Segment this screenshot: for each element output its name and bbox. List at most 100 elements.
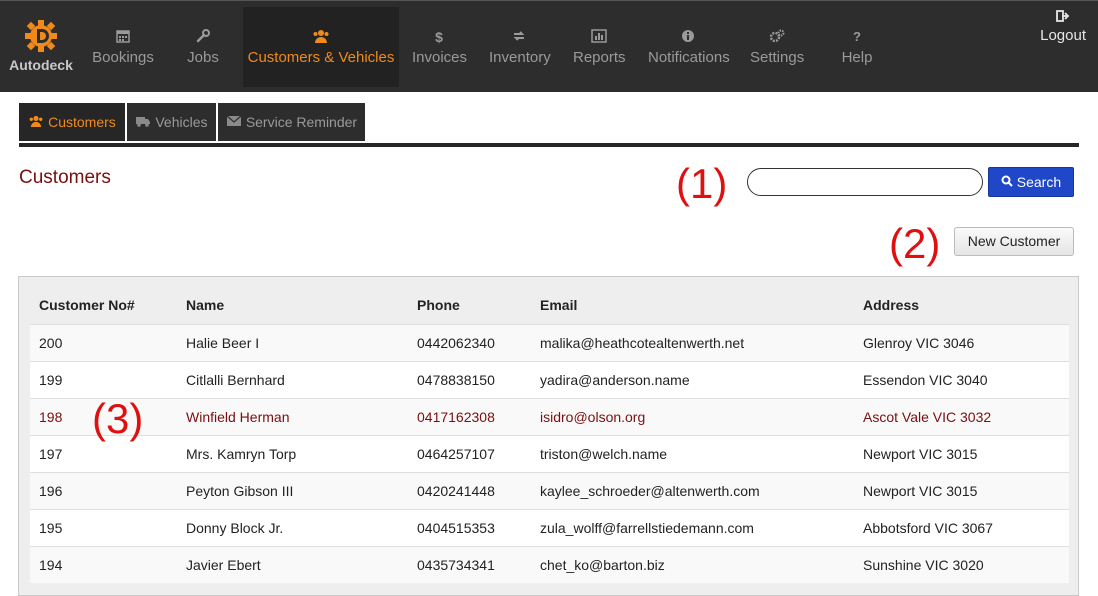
cell-customer-no: 200 (30, 323, 177, 361)
envelope-icon (226, 114, 246, 130)
nav-settings[interactable]: Settings (750, 29, 804, 66)
cell-address: Essendon VIC 3040 (854, 360, 1069, 398)
nav-help[interactable]: ? Help (840, 29, 874, 66)
info-icon (648, 29, 728, 47)
nav-jobs[interactable]: Jobs (180, 29, 226, 66)
cell-customer-no: 195 (30, 508, 177, 546)
annotation-marker-1: (1) (676, 160, 728, 207)
cell-name: Donny Block Jr. (177, 508, 408, 546)
cell-phone: 0420241448 (408, 471, 531, 509)
nav-label: Invoices (412, 49, 468, 66)
search-button[interactable]: Search (988, 167, 1074, 197)
question-icon: ? (853, 29, 861, 44)
gear-logo-icon (24, 19, 58, 53)
top-navbar: Autodeck Bookings Jobs Customers & Vehic… (0, 0, 1098, 92)
annotation-marker-3: (3) (92, 395, 144, 442)
cell-phone: 0404515353 (408, 508, 531, 546)
search-icon (1001, 174, 1017, 190)
cell-email: triston@welch.name (531, 434, 854, 472)
cell-email: chet_ko@barton.biz (531, 545, 854, 583)
tab-vehicles[interactable]: Vehicles (127, 103, 216, 141)
annotation-marker-2: (2) (889, 220, 941, 267)
cell-phone: 0442062340 (408, 323, 531, 361)
column-header-email[interactable]: Email (531, 286, 854, 324)
column-header-phone[interactable]: Phone (408, 286, 531, 324)
column-header-customer-no[interactable]: Customer No# (30, 286, 177, 324)
app-logo[interactable]: Autodeck (6, 19, 76, 73)
nav-label: Customers & Vehicles (247, 49, 395, 66)
tab-label: Customers (48, 114, 116, 130)
nav-customers-vehicles[interactable]: Customers & Vehicles (243, 7, 399, 87)
cell-address: Glenroy VIC 3046 (854, 323, 1069, 361)
nav-invoices[interactable]: $ Invoices (412, 29, 468, 66)
cell-email: kaylee_schroeder@altenwerth.com (531, 471, 854, 509)
tab-underline (19, 143, 1079, 147)
nav-label: Inventory (489, 49, 551, 66)
cell-name: Winfield Herman (177, 397, 408, 435)
cell-customer-no: 194 (30, 545, 177, 583)
table-row[interactable]: 200 Halie Beer I 0442062340 malika@heath… (30, 323, 1069, 361)
cell-phone: 0435734341 (408, 545, 531, 583)
table-row[interactable]: 194 Javier Ebert 0435734341 chet_ko@bart… (30, 545, 1069, 583)
users-icon (28, 114, 48, 130)
wrench-icon (180, 29, 226, 47)
nav-label: Notifications (648, 49, 730, 66)
tab-label: Vehicles (155, 114, 208, 130)
cell-address: Ascot Vale VIC 3032 (854, 397, 1069, 435)
search-button-label: Search (1016, 174, 1062, 190)
nav-notifications[interactable]: Notifications (648, 29, 730, 66)
column-header-name[interactable]: Name (177, 286, 408, 324)
nav-label: Reports (573, 49, 626, 66)
cell-email: yadira@anderson.name (531, 360, 854, 398)
cell-address: Abbotsford VIC 3067 (854, 508, 1069, 546)
table-header-row: Customer No# Name Phone Email Address (30, 286, 1069, 324)
customers-table: Customer No# Name Phone Email Address 20… (30, 286, 1069, 583)
tab-label: Service Reminder (245, 114, 358, 130)
page-title: Customers (19, 167, 111, 188)
tab-service-reminder[interactable]: Service Reminder (218, 103, 365, 141)
cell-customer-no: 196 (30, 471, 177, 509)
nav-reports[interactable]: Reports (573, 29, 626, 66)
table-row[interactable]: 199 Citlalli Bernhard 0478838150 yadira@… (30, 360, 1069, 398)
cell-name: Mrs. Kamryn Torp (177, 434, 408, 472)
logout-label: Logout (1040, 27, 1086, 44)
cell-customer-no: 199 (30, 360, 177, 398)
dollar-icon: $ (435, 29, 443, 45)
nav-inventory[interactable]: Inventory (489, 29, 551, 66)
nav-label: Settings (750, 49, 805, 66)
truck-icon (135, 114, 155, 130)
cell-address: Newport VIC 3015 (854, 434, 1069, 472)
cell-name: Halie Beer I (177, 323, 408, 361)
calendar-icon (92, 29, 154, 47)
cell-email: malika@heathcotealtenwerth.net (531, 323, 854, 361)
cell-address: Newport VIC 3015 (854, 471, 1069, 509)
search-input[interactable] (747, 168, 983, 196)
nav-label: Jobs (187, 49, 219, 66)
cell-name: Peyton Gibson III (177, 471, 408, 509)
table-row[interactable]: 196 Peyton Gibson III 0420241448 kaylee_… (30, 471, 1069, 509)
logo-text: Autodeck (9, 57, 73, 73)
cell-phone: 0417162308 (408, 397, 531, 435)
nav-label: Help (841, 49, 873, 66)
logout-button[interactable]: Logout (1040, 9, 1086, 44)
nav-label: Bookings (92, 49, 154, 66)
users-icon (243, 29, 399, 47)
nav-bookings[interactable]: Bookings (92, 29, 154, 66)
cogs-icon (750, 29, 804, 47)
table-row[interactable]: 197 Mrs. Kamryn Torp 0464257107 triston@… (30, 434, 1069, 472)
table-row[interactable]: 195 Donny Block Jr. 0404515353 zula_wolf… (30, 508, 1069, 546)
cell-email: zula_wolff@farrellstiedemann.com (531, 508, 854, 546)
table-row-highlighted[interactable]: 198 Winfield Herman 0417162308 isidro@ol… (30, 397, 1069, 435)
cell-name: Citlalli Bernhard (177, 360, 408, 398)
cell-phone: 0478838150 (408, 360, 531, 398)
cell-phone: 0464257107 (408, 434, 531, 472)
sign-out-icon (1040, 9, 1086, 27)
cell-name: Javier Ebert (177, 545, 408, 583)
chart-icon (573, 29, 625, 47)
refresh-icon (489, 29, 549, 47)
column-header-address[interactable]: Address (854, 286, 1069, 324)
tab-customers[interactable]: Customers (19, 103, 125, 141)
cell-email: isidro@olson.org (531, 397, 854, 435)
customers-table-panel: Customer No# Name Phone Email Address 20… (18, 276, 1079, 596)
new-customer-button[interactable]: New Customer (954, 227, 1074, 256)
